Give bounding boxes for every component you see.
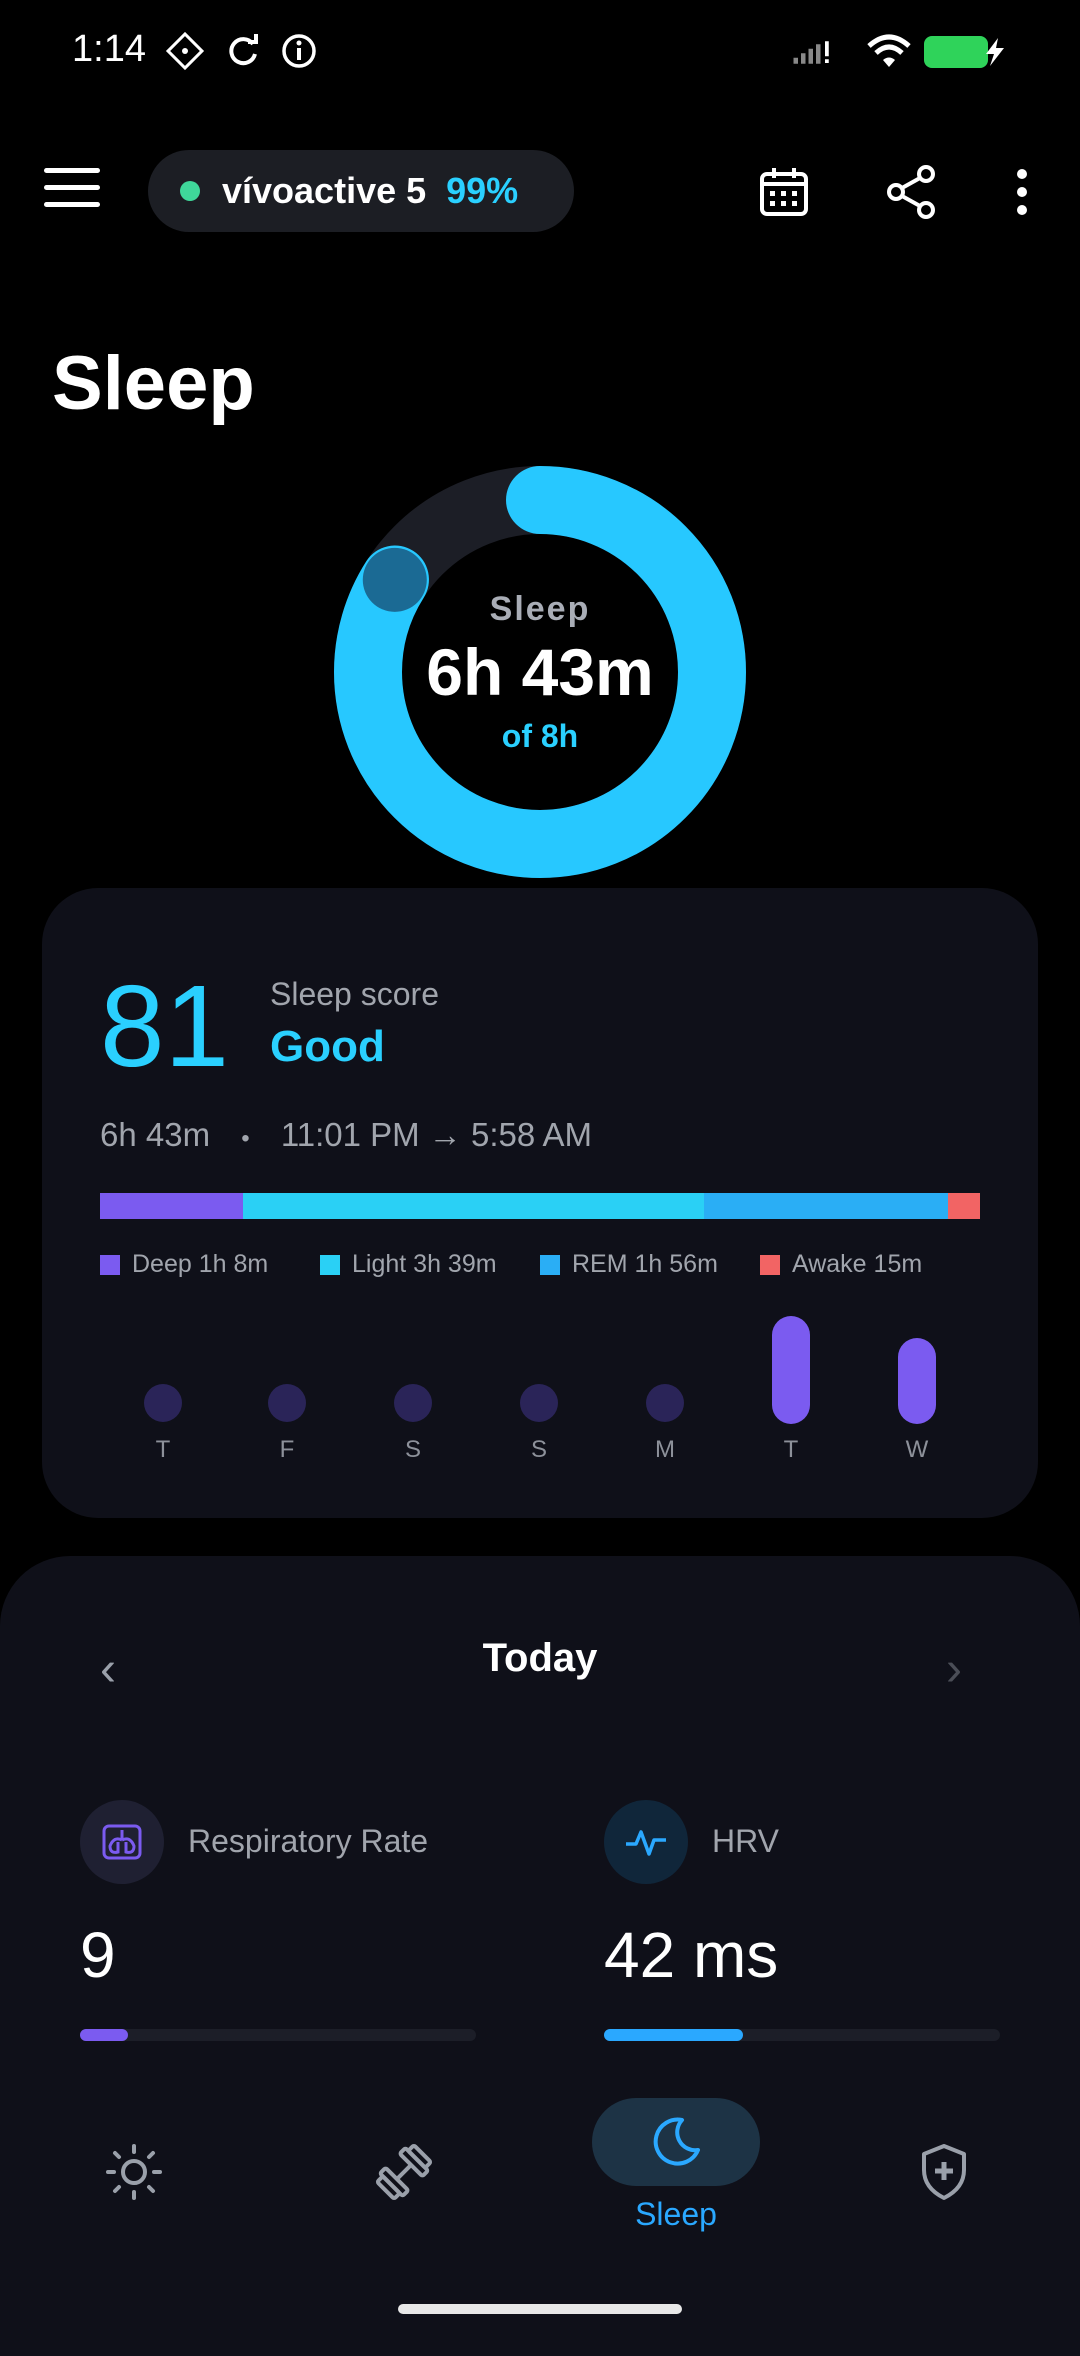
respiratory-rate-value: 9 — [80, 1919, 116, 1991]
sun-icon[interactable] — [102, 2140, 166, 2204]
stage-segment-rem — [704, 1193, 949, 1219]
sleep-score-quality: Good — [270, 1022, 385, 1071]
legend-swatch-rem — [540, 1254, 560, 1275]
legend-deep: Deep 1h 8m — [100, 1250, 268, 1279]
info-icon — [282, 34, 316, 68]
day-label: F — [279, 1436, 295, 1463]
stage-segment-awake — [948, 1193, 980, 1219]
legend-label: REM — [572, 1250, 628, 1278]
sleep-duration-summary: 6h 43m — [100, 1116, 211, 1153]
hrv-label: HRV — [712, 1823, 779, 1859]
menu-button[interactable] — [44, 168, 100, 216]
moon-icon — [653, 2117, 700, 2166]
device-name: vívoactive 5 — [222, 170, 427, 211]
legend-label: Deep — [132, 1250, 192, 1278]
day-label: T — [783, 1436, 799, 1463]
legend-rem: REM 1h 56m — [540, 1250, 718, 1279]
hrv-value: 42 ms — [604, 1919, 779, 1991]
day-marker[interactable] — [268, 1384, 306, 1422]
day-marker[interactable] — [520, 1384, 558, 1422]
legend-label: Light — [352, 1250, 407, 1278]
legend-light: Light 3h 39m — [320, 1250, 497, 1279]
signal-icon — [793, 41, 829, 64]
next-day-button[interactable]: › — [946, 1642, 962, 1697]
more-vertical-icon[interactable] — [990, 160, 1054, 224]
day-label: W — [905, 1436, 929, 1463]
day-sleep-bar[interactable] — [898, 1337, 936, 1424]
day-label: T — [155, 1436, 171, 1463]
legend-awake: Awake 15m — [760, 1250, 922, 1279]
today-title: Today — [482, 1636, 598, 1680]
pulse-icon — [604, 1800, 688, 1884]
device-battery: 99% — [446, 170, 519, 211]
day-marker[interactable] — [144, 1384, 182, 1422]
wifi-icon — [867, 34, 911, 67]
nav-sleep-button[interactable] — [592, 2098, 760, 2186]
legend-value: 1h 56m — [634, 1250, 718, 1278]
legend-swatch-awake — [760, 1254, 780, 1275]
device-status-dot — [180, 181, 200, 201]
lungs-icon — [80, 1800, 164, 1884]
legend-value: 1h 8m — [198, 1250, 269, 1278]
day-marker[interactable] — [394, 1384, 432, 1422]
day-label: M — [655, 1436, 675, 1463]
stage-segment-deep — [100, 1193, 244, 1219]
legend-swatch-deep — [100, 1254, 120, 1275]
share-icon[interactable] — [880, 160, 944, 224]
calendar-icon[interactable] — [752, 160, 816, 224]
hrv-track — [604, 2029, 1000, 2041]
page-title: Sleep — [52, 341, 255, 426]
legend-label: Awake — [792, 1250, 867, 1278]
hrv-fill — [604, 2029, 743, 2041]
app-icon — [165, 31, 205, 71]
sleep-score-label: Sleep score — [270, 976, 439, 1012]
sleep-time-range: 11:01 PM → 5:58 AM — [280, 1116, 593, 1153]
day-label: S — [530, 1436, 547, 1463]
nav-sleep-label[interactable]: Sleep — [592, 2196, 760, 2233]
respiratory-rate-fill — [80, 2029, 128, 2041]
sleep-score-value: 81 — [100, 961, 230, 1091]
status-time: 1:14 — [72, 28, 146, 70]
charging-bolt-icon — [986, 38, 1004, 66]
sleep-goal: of 8h — [501, 718, 579, 754]
dumbbell-icon[interactable] — [372, 2140, 436, 2204]
legend-value: 3h 39m — [413, 1250, 497, 1278]
shield-plus-icon[interactable] — [912, 2140, 976, 2204]
day-sleep-bar[interactable] — [772, 1316, 810, 1424]
stage-segment-light — [243, 1193, 705, 1219]
legend-swatch-light — [320, 1254, 340, 1275]
sleep-ring-center: Sleep 6h 43m of 8h — [330, 462, 750, 882]
sleep-duration: 6h 43m — [426, 635, 654, 709]
sleep-stages-bar — [100, 1193, 980, 1219]
legend-value: 15m — [873, 1250, 923, 1278]
respiratory-rate-label: Respiratory Rate — [188, 1823, 429, 1859]
sleep-times: 6h 43m • 11:01 PM → 5:58 AM — [100, 1116, 592, 1154]
separator-dot: • — [241, 1125, 250, 1152]
device-selector[interactable]: vívoactive 5 99% — [148, 150, 574, 232]
home-indicator[interactable] — [398, 2304, 682, 2314]
day-label: S — [404, 1436, 421, 1463]
battery-charging-icon — [924, 36, 988, 68]
sync-icon — [229, 34, 258, 66]
day-marker[interactable] — [646, 1384, 684, 1422]
respiratory-rate-track — [80, 2029, 476, 2041]
sleep-ring-label: Sleep — [489, 590, 591, 628]
